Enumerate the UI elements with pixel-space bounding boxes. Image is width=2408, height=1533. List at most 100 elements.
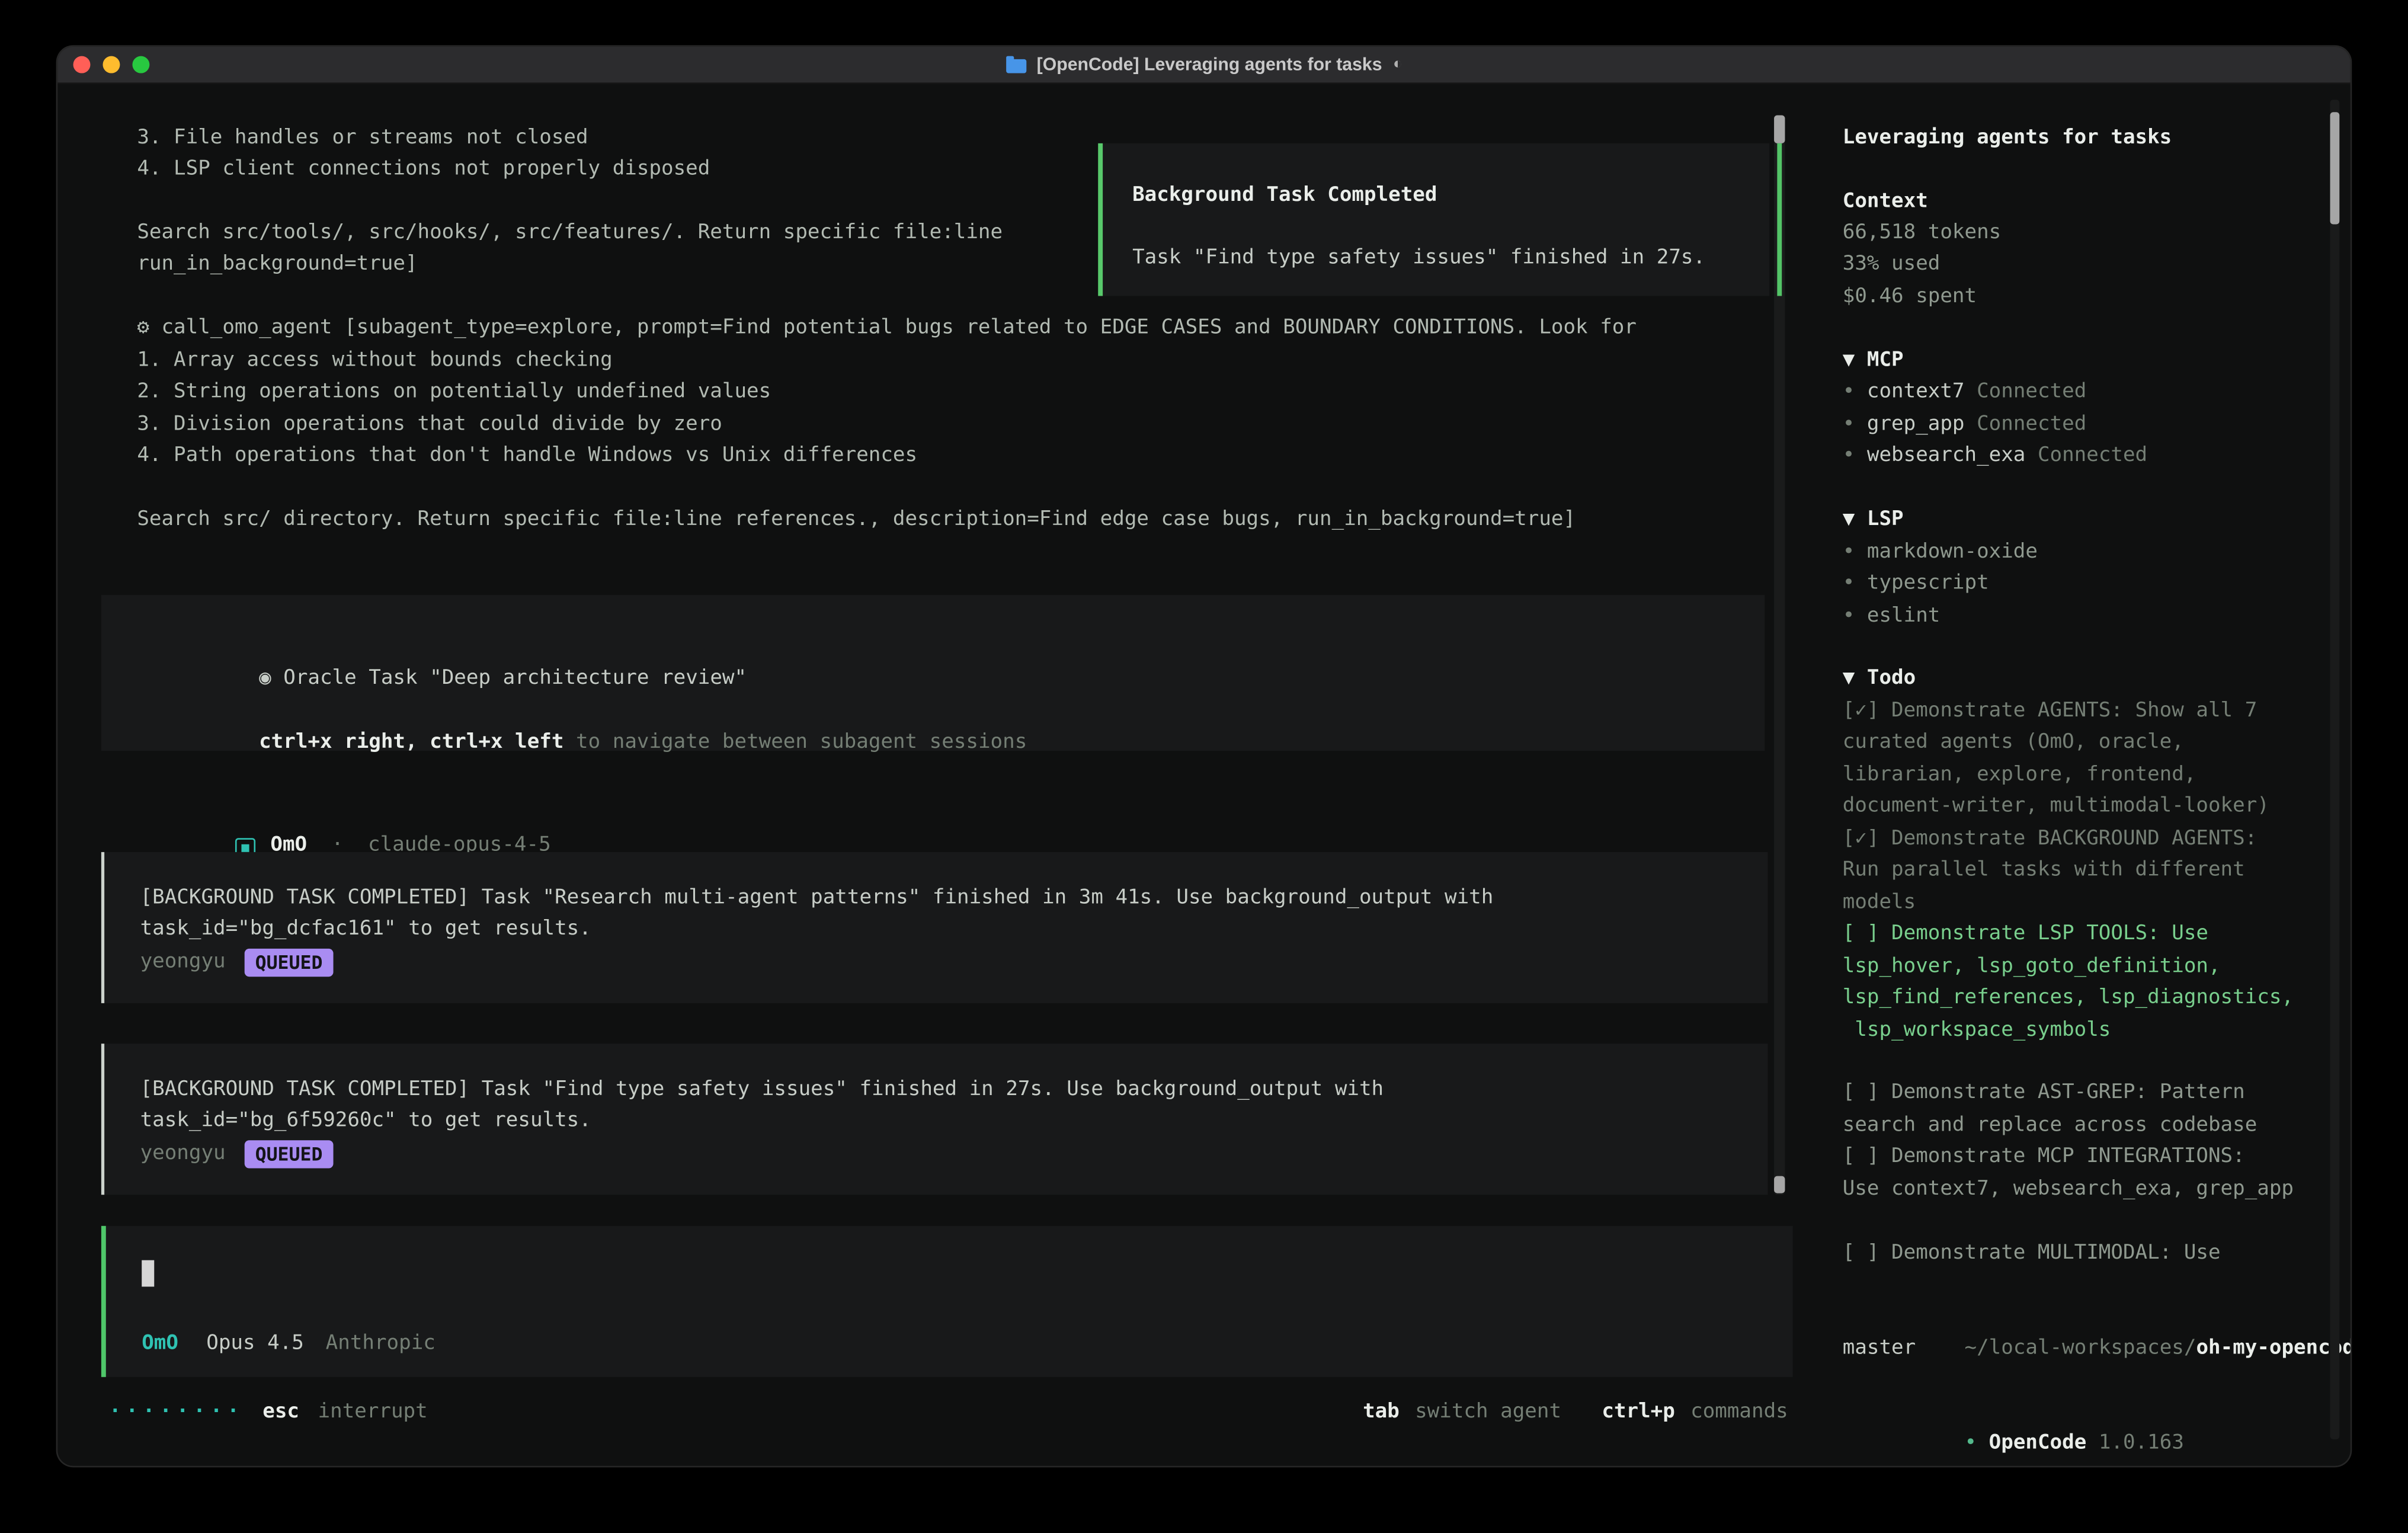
message-block: [BACKGROUND TASK COMPLETED] Task "Resear…	[101, 852, 1768, 1003]
oracle-hint-keys: ctrl+x right, ctrl+x left	[259, 731, 563, 754]
sidebar-scrollbar-track[interactable]	[2330, 100, 2340, 1439]
scroll-line: Search src/tools/, src/hooks/, src/featu…	[137, 218, 1003, 249]
status-badge: QUEUED	[244, 1140, 334, 1168]
main-scrollbar-thumb-bottom[interactable]	[1774, 1176, 1785, 1193]
bullet-icon: •	[1843, 380, 1855, 403]
todo-line-done: curated agents (OmO, oracle,	[1843, 728, 2184, 759]
oracle-task-block: ◉ Oracle Task "Deep architecture review"…	[101, 595, 1765, 751]
background-task-notification: Background Task Completed Task "Find typ…	[1098, 143, 1769, 296]
ctrlp-key-hint: ctrl+p	[1602, 1397, 1674, 1429]
tab-key-label: switch agent	[1415, 1397, 1561, 1429]
status-badge: QUEUED	[244, 949, 334, 977]
todo-line-pending: [ ] Demonstrate MCP INTEGRATIONS:	[1843, 1142, 2245, 1173]
spinner-dots: ········	[109, 1397, 244, 1429]
oracle-hint: ctrl+x right, ctrl+x left to navigate be…	[137, 696, 1027, 790]
todo-line-done: document-writer, multimodal-looker)	[1843, 791, 2269, 822]
message-author: yeongyu	[140, 947, 226, 978]
ctrlp-key-label: commands	[1690, 1397, 1788, 1429]
statusbar-left: ········ esc interrupt	[109, 1397, 428, 1429]
context-used: 33% used	[1843, 249, 1941, 281]
workspace-path: ~/local-workspaces/oh-my-opencode:	[1843, 1302, 2351, 1396]
lsp-item: • markdown-oxide	[1843, 537, 2038, 569]
prompt-input[interactable]: OmO Opus 4.5 Anthropic	[101, 1226, 1793, 1377]
scroll-line: 3. File handles or streams not closed	[137, 123, 588, 155]
text-cursor	[142, 1260, 154, 1287]
window-title-text: [OpenCode] Leveraging agents for tasks	[1037, 55, 1382, 74]
bullet-icon: •	[1843, 444, 1855, 467]
context-spent: $0.46 spent	[1843, 282, 1977, 313]
traffic-lights	[73, 47, 150, 82]
message-meta: yeongyu QUEUED	[140, 1139, 334, 1170]
bullet-icon: •	[1843, 413, 1855, 436]
bullet-icon: •	[1843, 572, 1855, 595]
input-provider-name: Anthropic	[326, 1329, 436, 1360]
bullet-icon: •	[1965, 1432, 1977, 1455]
bullet-icon: •	[1843, 540, 1855, 564]
todo-line-done: librarian, explore, frontend,	[1843, 760, 2196, 792]
opencode-version: 1.0.163	[2099, 1432, 2184, 1455]
close-button[interactable]	[73, 56, 91, 73]
lsp-item: • eslint	[1843, 601, 1941, 633]
terminal-content: 3. File handles or streams not closed 4.…	[57, 84, 2350, 1466]
mcp-section-heading[interactable]: ▼ MCP	[1843, 346, 1904, 377]
message-meta: yeongyu QUEUED	[140, 947, 334, 978]
todo-line-active: lsp_workspace_symbols	[1843, 1016, 2111, 1047]
scroll-line: Search src/ directory. Return specific f…	[137, 505, 1576, 536]
message-line: [BACKGROUND TASK COMPLETED] Task "Resear…	[140, 883, 1494, 914]
opencode-version-row: • OpenCode 1.0.163	[1843, 1397, 2184, 1466]
message-author: yeongyu	[140, 1139, 226, 1170]
context-tokens: 66,518 tokens	[1843, 218, 2001, 249]
message-line: [BACKGROUND TASK COMPLETED] Task "Find t…	[140, 1075, 1384, 1106]
notification-body: Task "Find type safety issues" finished …	[1132, 243, 1705, 274]
todo-line-pending: Use context7, websearch_exa, grep_app	[1843, 1174, 2294, 1206]
bullet-icon: •	[1843, 604, 1855, 628]
scroll-line: 3. Division operations that could divide…	[137, 409, 722, 441]
esc-key-label: interrupt	[318, 1397, 428, 1429]
input-meta-row: OmO Opus 4.5 Anthropic	[142, 1329, 436, 1360]
todo-line-pending: [ ] Demonstrate AST-GREP: Pattern	[1843, 1078, 2245, 1109]
todo-line-done: [✓] Demonstrate AGENTS: Show all 7	[1843, 696, 2258, 728]
lsp-item: • typescript	[1843, 568, 1989, 600]
todo-line-done: models	[1843, 888, 1916, 919]
message-line: task_id="bg_dcfac161" to get results.	[140, 914, 591, 946]
tab-key-hint: tab	[1363, 1397, 1400, 1429]
todo-line-pending: [ ] Demonstrate MULTIMODAL: Use	[1843, 1238, 2221, 1270]
oracle-icon: ◉	[259, 667, 271, 690]
notification-title: Background Task Completed	[1132, 181, 1437, 212]
scroll-line: 4. LSP client connections not properly d…	[137, 154, 710, 185]
notification-edge-accent	[1777, 143, 1782, 296]
workspace-branch: master	[1843, 1333, 1916, 1365]
context-heading: Context	[1843, 187, 1928, 218]
screen: [OpenCode] Leveraging agents for tasks ◐…	[0, 0, 2408, 1533]
sidebar-title: Leveraging agents for tasks	[1843, 123, 2172, 155]
tool-call-line: ⚙ call_omo_agent [subagent_type=explore,…	[137, 313, 1637, 344]
lsp-section-heading[interactable]: ▼ LSP	[1843, 505, 1904, 536]
zoom-button[interactable]	[132, 56, 149, 73]
terminal-window: [OpenCode] Leveraging agents for tasks ◐…	[57, 47, 2350, 1466]
input-agent-name: OmO	[142, 1329, 178, 1360]
window-title: [OpenCode] Leveraging agents for tasks ◐	[1006, 55, 1402, 74]
folder-icon	[1006, 59, 1026, 73]
mcp-item: • websearch_exa Connected	[1843, 441, 2147, 472]
mcp-item: • grep_app Connected	[1843, 409, 2087, 441]
main-scrollbar-thumb[interactable]	[1774, 116, 1785, 143]
minimize-button[interactable]	[103, 56, 120, 73]
titlebar: [OpenCode] Leveraging agents for tasks ◐	[57, 47, 2350, 84]
todo-line-active: [ ] Demonstrate LSP TOOLS: Use	[1843, 919, 2208, 950]
todo-line-pending: search and replace across codebase	[1843, 1110, 2258, 1142]
scroll-line: run_in_background=true]	[137, 249, 417, 281]
todo-section-heading[interactable]: ▼ Todo	[1843, 664, 1916, 695]
message-block: [BACKGROUND TASK COMPLETED] Task "Find t…	[101, 1044, 1768, 1195]
todo-line-done: Run parallel tasks with different	[1843, 855, 2245, 886]
todo-line-active: lsp_hover, lsp_goto_definition,	[1843, 952, 2221, 983]
scroll-line: 1. Array access without bounds checking	[137, 346, 612, 377]
mcp-item: • context7 Connected	[1843, 377, 2087, 408]
scroll-line: 4. Path operations that don't handle Win…	[137, 441, 917, 472]
todo-line-done: [✓] Demonstrate BACKGROUND AGENTS:	[1843, 824, 2258, 856]
esc-key-hint: esc	[262, 1397, 299, 1429]
sidebar-scrollbar-thumb[interactable]	[2330, 112, 2340, 224]
todo-line-active: lsp_find_references, lsp_diagnostics,	[1843, 983, 2294, 1014]
statusbar-right: tab switch agent ctrl+p commands	[1363, 1397, 1788, 1429]
message-line: task_id="bg_6f59260c" to get results.	[140, 1106, 591, 1137]
progress-half-icon: ◐	[1393, 56, 1402, 73]
